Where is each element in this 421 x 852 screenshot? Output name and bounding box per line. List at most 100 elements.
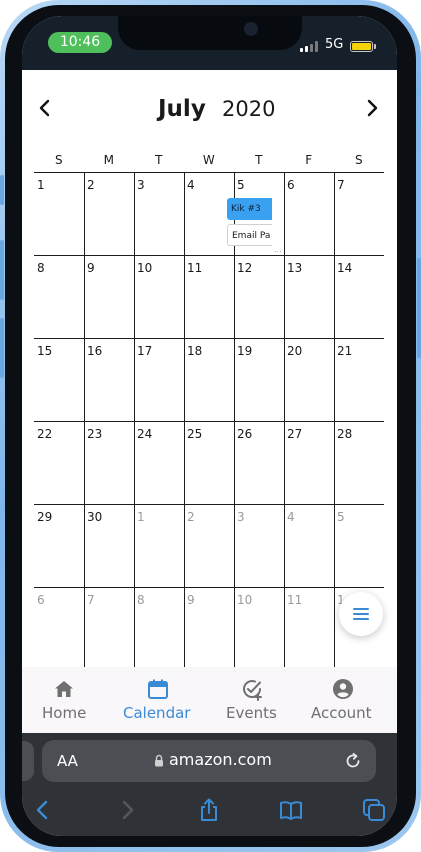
calendar-day-cell[interactable]: 15: [34, 338, 84, 421]
calendar-day-cell[interactable]: 20: [284, 338, 334, 421]
calendar-day-cell[interactable]: 8: [34, 255, 84, 338]
calendar-day-cell[interactable]: 11: [284, 587, 334, 670]
aa-label: AA: [57, 752, 78, 770]
text-size-button[interactable]: AA: [57, 752, 78, 770]
tab-calendar-label: Calendar: [123, 704, 191, 722]
calendar-day-cell[interactable]: 8: [134, 587, 184, 670]
battery-fill: [352, 43, 371, 50]
weekday-label: F: [305, 153, 313, 167]
volume-down-button: [0, 318, 4, 378]
power-button: [417, 258, 421, 358]
calendar-day-cell[interactable]: 22: [34, 421, 84, 504]
calendar-day-cell[interactable]: 9: [184, 587, 234, 670]
share-icon[interactable]: [196, 797, 222, 823]
account-icon: [333, 679, 353, 699]
calendar-day-cell[interactable]: 28: [334, 421, 384, 504]
weekday-header: S M T W T F S: [34, 153, 384, 173]
calendar-day-cell[interactable]: 4: [284, 504, 334, 587]
weekday-label: T: [155, 153, 163, 167]
tab-calendar[interactable]: Calendar: [120, 667, 196, 733]
tab-bar: Home Calendar Events Account: [22, 667, 397, 733]
calendar-day-cell[interactable]: 12: [234, 255, 284, 338]
calendar-day-cell[interactable]: 7: [334, 172, 384, 255]
calendar-day-cell[interactable]: 6: [34, 587, 84, 670]
back-icon[interactable]: [30, 797, 56, 823]
tab-home[interactable]: Home: [32, 667, 96, 733]
signal-icon: [300, 41, 320, 52]
calendar-day-cell[interactable]: 3: [134, 172, 184, 255]
calendar-day-cell[interactable]: 3: [234, 504, 284, 587]
calendar-day-cell[interactable]: 29: [34, 504, 84, 587]
calendar-day-cell[interactable]: 1: [134, 504, 184, 587]
battery-tip: [374, 44, 376, 49]
event-chip[interactable]: Kik #3: [227, 198, 272, 220]
calendar-day-cell[interactable]: 10: [234, 587, 284, 670]
calendar-icon: [148, 679, 168, 699]
bookmarks-icon[interactable]: [278, 797, 304, 823]
notch: [118, 16, 302, 50]
calendar-day-cell[interactable]: 7: [84, 587, 134, 670]
screen: 10:46 5G July 2020 S M T W T F S 1234 5 …: [22, 16, 397, 836]
calendar-grid: 1 2 3 4 5 6 7 8 9 10 11 12 13 14 15 16 17 18 19 20 21 22 23 24 2…: [34, 172, 384, 692]
calendar-day-cell[interactable]: 14: [334, 255, 384, 338]
tabs-icon[interactable]: [361, 797, 387, 823]
calendar-day-cell[interactable]: 13: [284, 255, 334, 338]
calendar-day-cell[interactable]: 18: [184, 338, 234, 421]
event-check-icon: [243, 680, 262, 701]
chevron-right-icon: [367, 99, 378, 117]
calendar-day-cell[interactable]: 10: [134, 255, 184, 338]
chevron-left-icon: [39, 99, 50, 117]
browser-toolbar: AA amazon.com: [22, 733, 397, 836]
calendar-day-cell[interactable]: 5: [334, 504, 384, 587]
menu-icon: [353, 608, 369, 620]
calendar-day-cell[interactable]: 16: [84, 338, 134, 421]
forward-icon[interactable]: [114, 797, 140, 823]
tab-account[interactable]: Account: [308, 667, 378, 733]
calendar-day-cell[interactable]: 9: [84, 255, 134, 338]
calendar-day-cell[interactable]: 6: [284, 172, 334, 255]
calendar-day-cell[interactable]: 19: [234, 338, 284, 421]
calendar-day-cell[interactable]: 1: [34, 172, 84, 255]
next-month-button[interactable]: [361, 97, 383, 119]
lock-icon: [155, 754, 163, 767]
weekday-label: M: [103, 153, 115, 167]
tab-account-label: Account: [311, 704, 372, 722]
weekday-label: W: [202, 153, 216, 167]
calendar-day-cell[interactable]: 11: [184, 255, 234, 338]
address-bar[interactable]: AA amazon.com: [42, 740, 376, 782]
year-title: 2020: [222, 97, 276, 121]
tab-events[interactable]: Events: [222, 667, 282, 733]
previous-tab-preview[interactable]: [22, 741, 34, 781]
tab-home-label: Home: [42, 704, 87, 722]
calendar-day-cell[interactable]: 25: [184, 421, 234, 504]
calendar-day-cell[interactable]: 17: [134, 338, 184, 421]
camera-icon: [244, 22, 258, 36]
status-time: 10:46: [48, 32, 112, 53]
weekday-label: S: [54, 153, 64, 167]
weekday-label: S: [354, 153, 364, 167]
calendar-day-cell[interactable]: 2: [84, 172, 134, 255]
network-label: 5G: [325, 37, 344, 52]
side-button: [0, 175, 4, 205]
home-icon: [55, 681, 73, 697]
calendar-day-cell[interactable]: 30: [84, 504, 134, 587]
tab-events-label: Events: [226, 704, 277, 722]
event-chip[interactable]: Email Pa: [227, 224, 272, 246]
month-header: July 2020: [22, 70, 397, 154]
prev-month-button[interactable]: [34, 97, 56, 119]
calendar-day-cell[interactable]: 27: [284, 421, 334, 504]
reload-icon[interactable]: [344, 752, 362, 770]
status-bar: 10:46 5G: [22, 16, 397, 70]
volume-up-button: [0, 240, 4, 300]
calendar-day-cell[interactable]: 21: [334, 338, 384, 421]
month-title: July: [158, 96, 206, 122]
battery-icon: [350, 41, 373, 52]
calendar-day-cell[interactable]: 23: [84, 421, 134, 504]
weekday-label: T: [255, 153, 263, 167]
more-events-indicator[interactable]: ...: [274, 245, 282, 254]
calendar-day-cell[interactable]: 2: [184, 504, 234, 587]
url-text: amazon.com: [169, 750, 272, 769]
menu-button[interactable]: [339, 592, 383, 636]
calendar-day-cell[interactable]: 26: [234, 421, 284, 504]
calendar-day-cell[interactable]: 24: [134, 421, 184, 504]
